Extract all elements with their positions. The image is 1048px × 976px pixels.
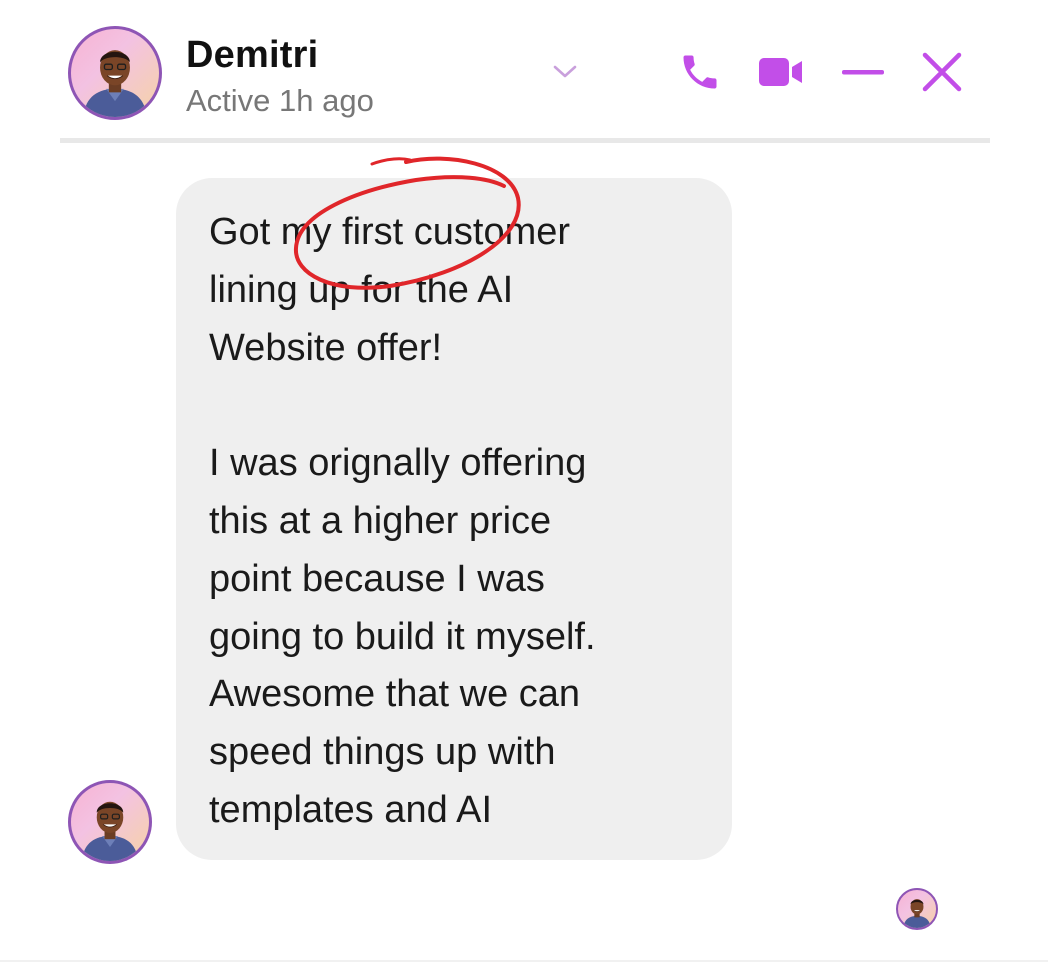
sender-avatar[interactable] [68, 780, 152, 864]
contact-avatar[interactable] [68, 26, 162, 120]
minimize-button[interactable] [838, 50, 888, 94]
active-status: Active 1h ago [186, 83, 374, 118]
seen-indicator-avatar [896, 888, 938, 930]
conversation-options-button[interactable] [545, 52, 585, 92]
close-button[interactable] [918, 48, 966, 96]
contact-name[interactable]: Demitri [186, 33, 318, 77]
person-avatar-icon [83, 50, 147, 117]
minimize-icon [842, 70, 884, 75]
chat-header: Demitri Active 1h ago [0, 0, 1048, 140]
header-divider [60, 138, 990, 143]
person-avatar-icon [903, 899, 931, 928]
message-bubble[interactable]: Got my first customer lining up for the … [176, 178, 732, 860]
call-button[interactable] [676, 48, 724, 96]
chevron-down-icon [553, 65, 577, 78]
person-avatar-icon [81, 801, 139, 861]
message-text: Got my first customer lining up for the … [209, 211, 596, 831]
close-icon [922, 52, 962, 92]
video-camera-icon [759, 58, 802, 86]
phone-icon [683, 55, 717, 89]
video-call-button[interactable] [756, 50, 806, 94]
composer-divider [0, 960, 1048, 962]
